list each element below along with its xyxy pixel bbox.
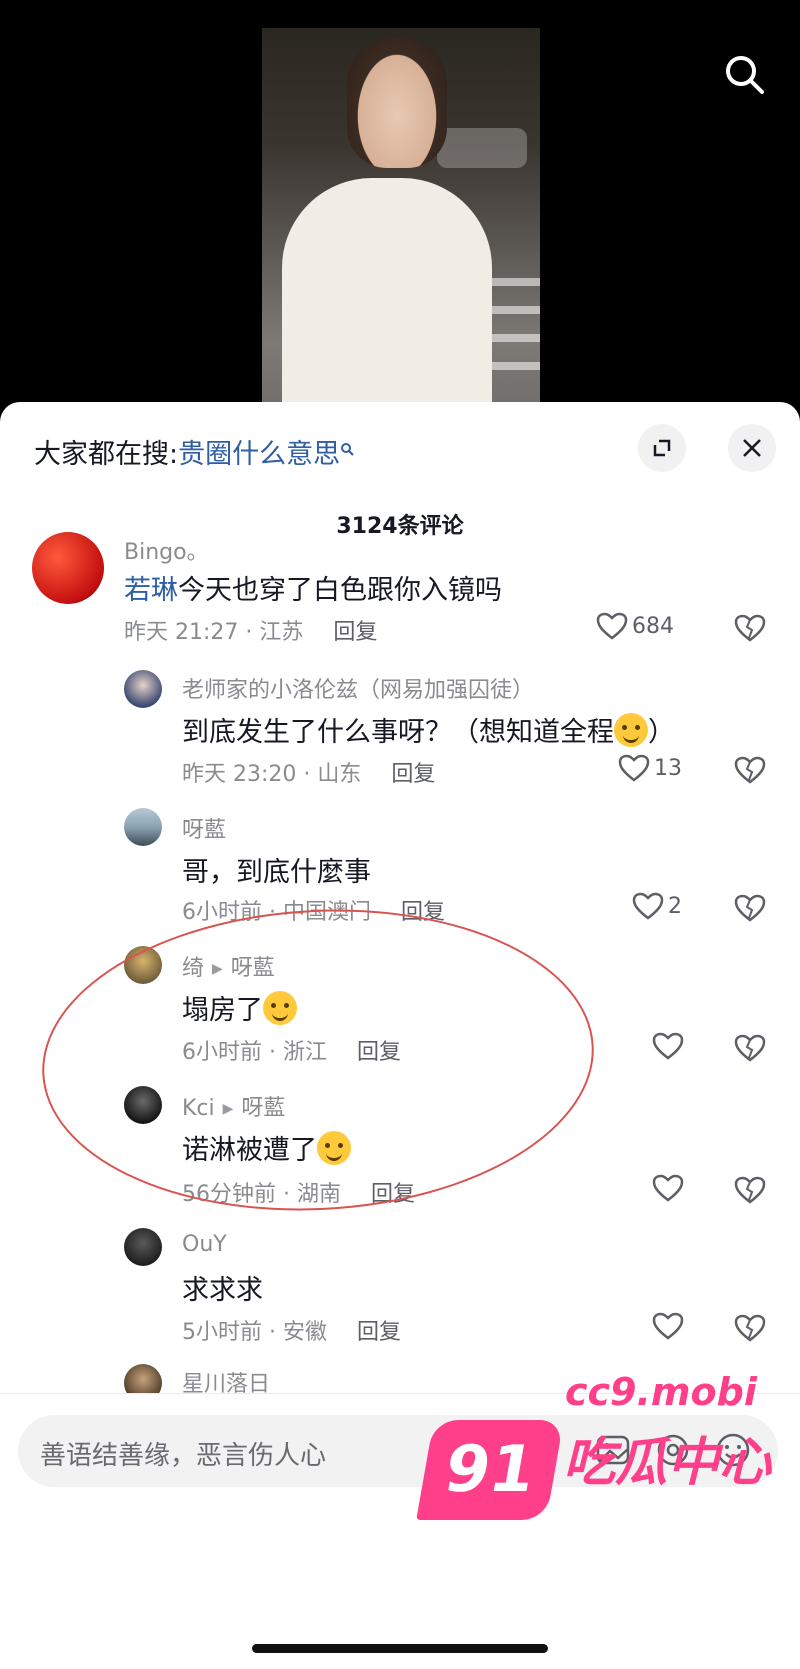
comment-text: 求求求 xyxy=(182,1275,263,1306)
hot-search-prefix: 大家都在搜: xyxy=(34,439,179,470)
avatar[interactable] xyxy=(124,1228,162,1266)
emoji-icon[interactable] xyxy=(714,1431,752,1473)
like-button[interactable] xyxy=(652,1032,688,1060)
comment-meta: 5小时前 · 安徽 回复 xyxy=(182,1320,401,1345)
like-count: 2 xyxy=(668,893,682,919)
reply-button[interactable]: 回复 xyxy=(357,1320,401,1345)
dislike-icon[interactable] xyxy=(734,756,766,788)
mention-icon[interactable] xyxy=(654,1431,692,1473)
reply-button[interactable]: 回复 xyxy=(357,1040,401,1065)
comment-text: 诺淋被遭了 xyxy=(182,1128,351,1167)
avatar[interactable] xyxy=(32,532,104,604)
comment-username[interactable]: 星川落日 xyxy=(182,1366,270,1393)
dislike-icon[interactable] xyxy=(734,1314,766,1346)
dislike-icon[interactable] xyxy=(734,1034,766,1066)
reply-button[interactable]: 回复 xyxy=(333,620,377,645)
input-tools xyxy=(594,1431,752,1473)
video-thumbnail[interactable] xyxy=(262,28,540,420)
dislike-icon[interactable] xyxy=(734,1176,766,1208)
dislike-icon[interactable] xyxy=(734,614,766,646)
like-button[interactable] xyxy=(652,1312,688,1340)
comment-text: 若琳今天也穿了白色跟你入镜吗 xyxy=(124,575,502,606)
divider xyxy=(0,1393,800,1394)
reply-button[interactable]: 回复 xyxy=(401,900,445,925)
comment-username[interactable]: 老师家的小洛伦兹（网易加强囚徒） xyxy=(182,672,534,704)
reply-arrow-icon: ▶ xyxy=(222,1101,234,1117)
like-button[interactable] xyxy=(652,1174,688,1202)
comment-meta: 6小时前 · 浙江 回复 xyxy=(182,1040,401,1065)
hot-search-row[interactable]: 大家都在搜:贵圈什么意思 xyxy=(34,432,354,471)
comment-meta: 6小时前 · 中国澳门 回复 xyxy=(182,900,445,925)
like-count: 684 xyxy=(632,613,674,639)
comment-item: OuY 求求求 5小时前 · 安徽 回复 xyxy=(0,1226,800,1346)
background-light xyxy=(437,128,527,168)
avatar[interactable] xyxy=(124,1086,162,1124)
comment-meta: 昨天 21:27 · 江苏 回复 xyxy=(124,620,378,645)
comment-item: 绮 ▶ 呀藍 塌房了 6小时前 · 浙江 回复 xyxy=(0,944,800,1066)
like-count: 13 xyxy=(654,755,682,781)
person-head xyxy=(347,38,447,168)
comment-input-bar[interactable]: 善语结善缘，恶言伤人心 xyxy=(18,1415,778,1487)
mention-link[interactable]: 若琳 xyxy=(124,575,178,606)
image-icon[interactable] xyxy=(594,1431,632,1473)
comment-item: 老师家的小洛伦兹（网易加强囚徒） 到底发生了什么事呀？（想知道全程） 昨天 23… xyxy=(0,666,800,788)
expand-icon[interactable] xyxy=(638,424,686,472)
search-icon[interactable] xyxy=(720,50,770,100)
comment-meta: 昨天 23:20 · 山东 回复 xyxy=(182,762,436,787)
comment-item: Kci ▶ 呀藍 诺淋被遭了 56分钟前 · 湖南 回复 xyxy=(0,1084,800,1207)
search-icon xyxy=(340,432,354,456)
video-area[interactable] xyxy=(0,0,800,420)
laughing-emoji-icon xyxy=(317,1131,351,1165)
hot-search-term[interactable]: 贵圈什么意思 xyxy=(178,439,340,470)
comment-item: 呀藍 哥，到底什麼事 6小时前 · 中国澳门 回复 2 xyxy=(0,806,800,926)
reply-button[interactable]: 回复 xyxy=(391,762,435,787)
smirk-emoji-icon xyxy=(263,991,297,1025)
comment-username[interactable]: 呀藍 xyxy=(182,812,226,844)
comment-item: 星川落日 xyxy=(0,1362,800,1393)
comment-text: 哥，到底什麼事 xyxy=(182,857,371,888)
like-button[interactable]: 684 xyxy=(596,612,674,640)
like-button[interactable]: 2 xyxy=(632,892,682,920)
comment-item: Bingo。 若琳今天也穿了白色跟你入镜吗 昨天 21:27 · 江苏 回复 68… xyxy=(0,530,800,650)
comment-username[interactable]: Kci ▶ 呀藍 xyxy=(182,1090,285,1122)
person-body xyxy=(282,178,492,420)
dislike-icon[interactable] xyxy=(734,894,766,926)
avatar[interactable] xyxy=(124,1364,162,1393)
comment-text: 塌房了 xyxy=(182,988,297,1027)
like-button[interactable]: 13 xyxy=(618,754,682,782)
comment-username[interactable]: OuY xyxy=(182,1232,227,1257)
avatar[interactable] xyxy=(124,670,162,708)
crying-emoji-icon xyxy=(614,713,648,747)
comment-username[interactable]: 绮 ▶ 呀藍 xyxy=(182,950,275,982)
home-indicator xyxy=(252,1644,548,1653)
comment-meta: 56分钟前 · 湖南 回复 xyxy=(182,1182,415,1207)
avatar[interactable] xyxy=(124,808,162,846)
comment-text: 到底发生了什么事呀？（想知道全程） xyxy=(182,710,675,749)
reply-button[interactable]: 回复 xyxy=(371,1182,415,1207)
reply-arrow-icon: ▶ xyxy=(212,961,223,977)
close-icon[interactable] xyxy=(728,424,776,472)
comment-username[interactable]: Bingo。 xyxy=(124,534,209,566)
comment-input[interactable]: 善语结善缘，恶言伤人心 xyxy=(40,1435,326,1472)
avatar[interactable] xyxy=(124,946,162,984)
